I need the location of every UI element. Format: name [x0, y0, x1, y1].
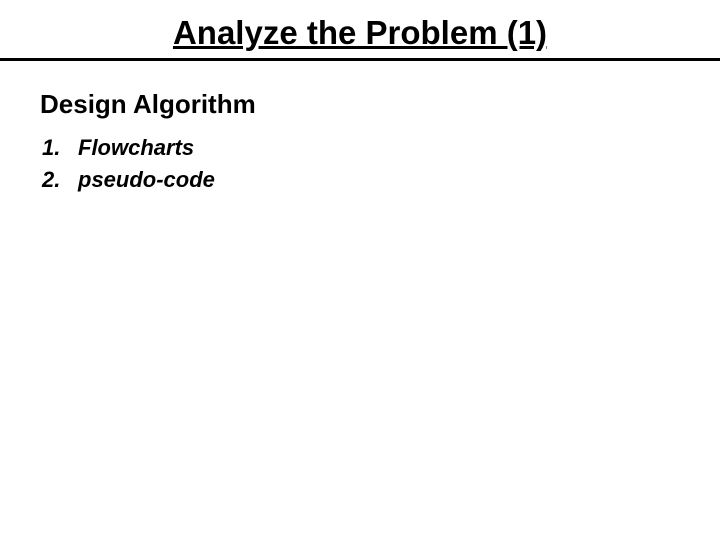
- ordered-list: 1. Flowcharts 2. pseudo-code: [40, 132, 680, 196]
- title-bar: Analyze the Problem (1): [0, 0, 720, 61]
- list-text: Flowcharts: [78, 132, 194, 164]
- slide-container: Analyze the Problem (1) Design Algorithm…: [0, 0, 720, 540]
- slide-title: Analyze the Problem (1): [0, 14, 720, 52]
- section-heading: Design Algorithm: [40, 89, 680, 120]
- list-item: 1. Flowcharts: [42, 132, 680, 164]
- slide-content: Design Algorithm 1. Flowcharts 2. pseudo…: [0, 61, 720, 196]
- list-text: pseudo-code: [78, 164, 215, 196]
- list-number: 2.: [42, 164, 78, 196]
- list-item: 2. pseudo-code: [42, 164, 680, 196]
- list-number: 1.: [42, 132, 78, 164]
